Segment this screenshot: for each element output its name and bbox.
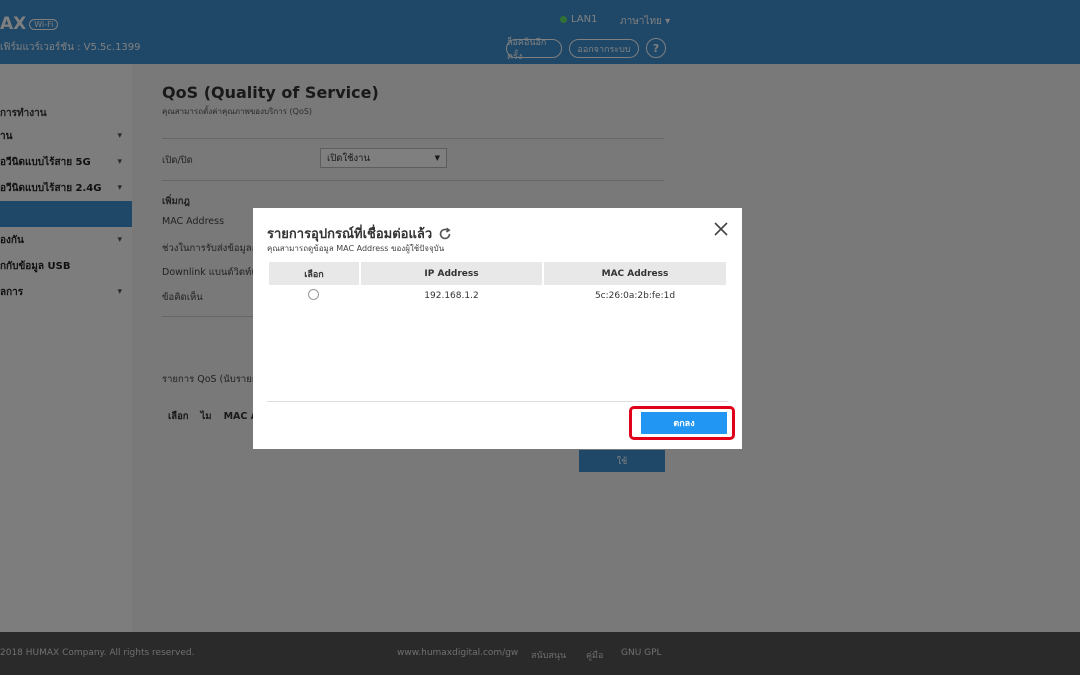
connected-devices-dialog: รายการอุปกรณ์ที่เชื่อมต่อแล้ว คุณสามารถด… [253, 208, 742, 449]
col-header-select: เลือก [269, 262, 359, 285]
ok-button[interactable]: ตกลง [641, 412, 727, 434]
dialog-title-text: รายการอุปกรณ์ที่เชื่อมต่อแล้ว [267, 227, 433, 242]
dialog-divider [267, 401, 728, 402]
device-select-radio[interactable] [308, 289, 319, 300]
col-header-mac: MAC Address [544, 262, 726, 285]
device-ip: 192.168.1.2 [424, 291, 479, 301]
close-icon[interactable] [713, 221, 729, 237]
dialog-subtitle: คุณสามารถดูข้อมูล MAC Address ของผู้ใช้ป… [267, 244, 445, 253]
refresh-icon[interactable] [438, 227, 452, 241]
device-mac: 5c:26:0a:2b:fe:1d [594, 291, 676, 301]
col-header-ip: IP Address [361, 262, 542, 285]
dialog-title: รายการอุปกรณ์ที่เชื่อมต่อแล้ว [267, 223, 452, 244]
